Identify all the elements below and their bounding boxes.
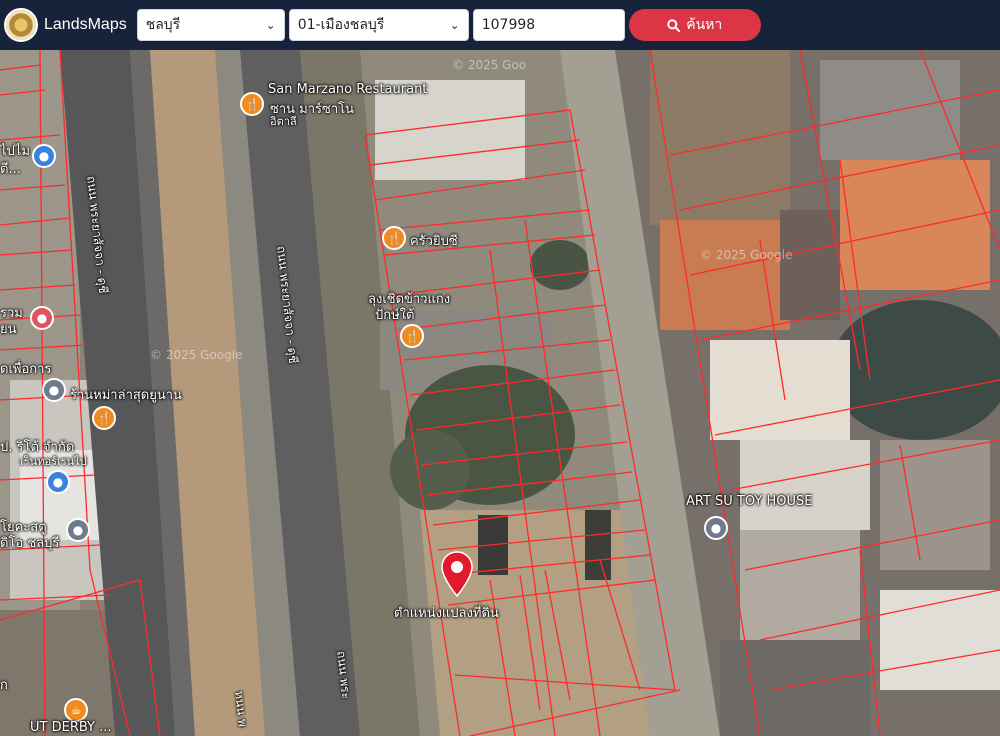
district-select[interactable]: 01-เมืองชลบุรี ⌄ bbox=[288, 9, 469, 41]
parcel-number-input[interactable] bbox=[472, 9, 625, 41]
place-label[interactable]: ตี... bbox=[0, 158, 21, 179]
place-pin-icon[interactable]: ● bbox=[42, 378, 66, 402]
search-icon bbox=[667, 18, 681, 32]
place-label[interactable]: ก bbox=[0, 674, 8, 695]
place-label[interactable]: ART SU TOY HOUSE bbox=[686, 494, 812, 509]
place-label[interactable]: UT DERBY ... bbox=[30, 720, 112, 735]
map-watermark: © 2025 Google bbox=[150, 348, 243, 362]
restaurant-icon[interactable]: 🍴 bbox=[400, 324, 424, 348]
place-label[interactable]: ปักษ์ใต้ bbox=[375, 304, 414, 325]
place-pin-icon[interactable]: ● bbox=[66, 518, 90, 542]
shop-icon[interactable]: ● bbox=[30, 306, 54, 330]
district-value: 01-เมืองชลบุรี bbox=[297, 17, 385, 33]
restaurant-icon[interactable]: 🍴 bbox=[240, 92, 264, 116]
top-bar: LandsMaps ชลบุรี ⌄ 01-เมืองชลบุรี ⌄ ค้นห… bbox=[0, 0, 1000, 50]
place-label[interactable]: เร็นทอร์เรนไป bbox=[20, 452, 87, 470]
place-label[interactable]: อิตาลี bbox=[270, 112, 297, 130]
bank-icon[interactable]: ● bbox=[32, 144, 56, 168]
map-marker-icon[interactable] bbox=[440, 550, 474, 598]
marker-label: ตำแหน่งแปลงที่ดิน bbox=[394, 606, 499, 621]
satellite-map[interactable]: © 2025 Goo © 2025 Google © 2025 Google ถ… bbox=[0, 50, 1000, 736]
place-label[interactable]: ดเพื่อการ bbox=[0, 358, 51, 379]
cafe-icon[interactable]: ☕ bbox=[64, 698, 88, 722]
search-button-label: ค้นหา bbox=[686, 17, 723, 33]
place-pin-icon[interactable]: ● bbox=[704, 516, 728, 540]
place-label[interactable]: San Marzano Restaurant bbox=[268, 82, 427, 97]
brand-logo[interactable]: LandsMaps bbox=[4, 8, 127, 42]
restaurant-icon[interactable]: 🍴 bbox=[382, 226, 406, 250]
road-label: หนน พ bbox=[232, 690, 250, 728]
province-select[interactable]: ชลบุรี ⌄ bbox=[136, 9, 285, 41]
map-watermark: © 2025 Google bbox=[700, 248, 793, 262]
department-seal-icon bbox=[4, 8, 38, 42]
place-label[interactable]: ยน bbox=[0, 318, 17, 339]
place-label[interactable]: ดิโอ ชลบุรี bbox=[0, 532, 59, 553]
province-value: ชลบุรี bbox=[145, 17, 181, 33]
chevron-down-icon: ⌄ bbox=[265, 18, 276, 32]
chevron-down-icon: ⌄ bbox=[449, 18, 460, 32]
restaurant-icon[interactable]: 🍴 bbox=[92, 406, 116, 430]
search-button[interactable]: ค้นหา bbox=[628, 9, 761, 41]
map-watermark: © 2025 Goo bbox=[452, 58, 527, 72]
place-label[interactable]: ร้านหม่าล่าสุดยูนาน bbox=[70, 384, 182, 405]
place-label[interactable]: ครัวยิบซี bbox=[410, 230, 458, 251]
brand-name: LandsMaps bbox=[44, 16, 127, 33]
bank-icon[interactable]: ● bbox=[46, 470, 70, 494]
